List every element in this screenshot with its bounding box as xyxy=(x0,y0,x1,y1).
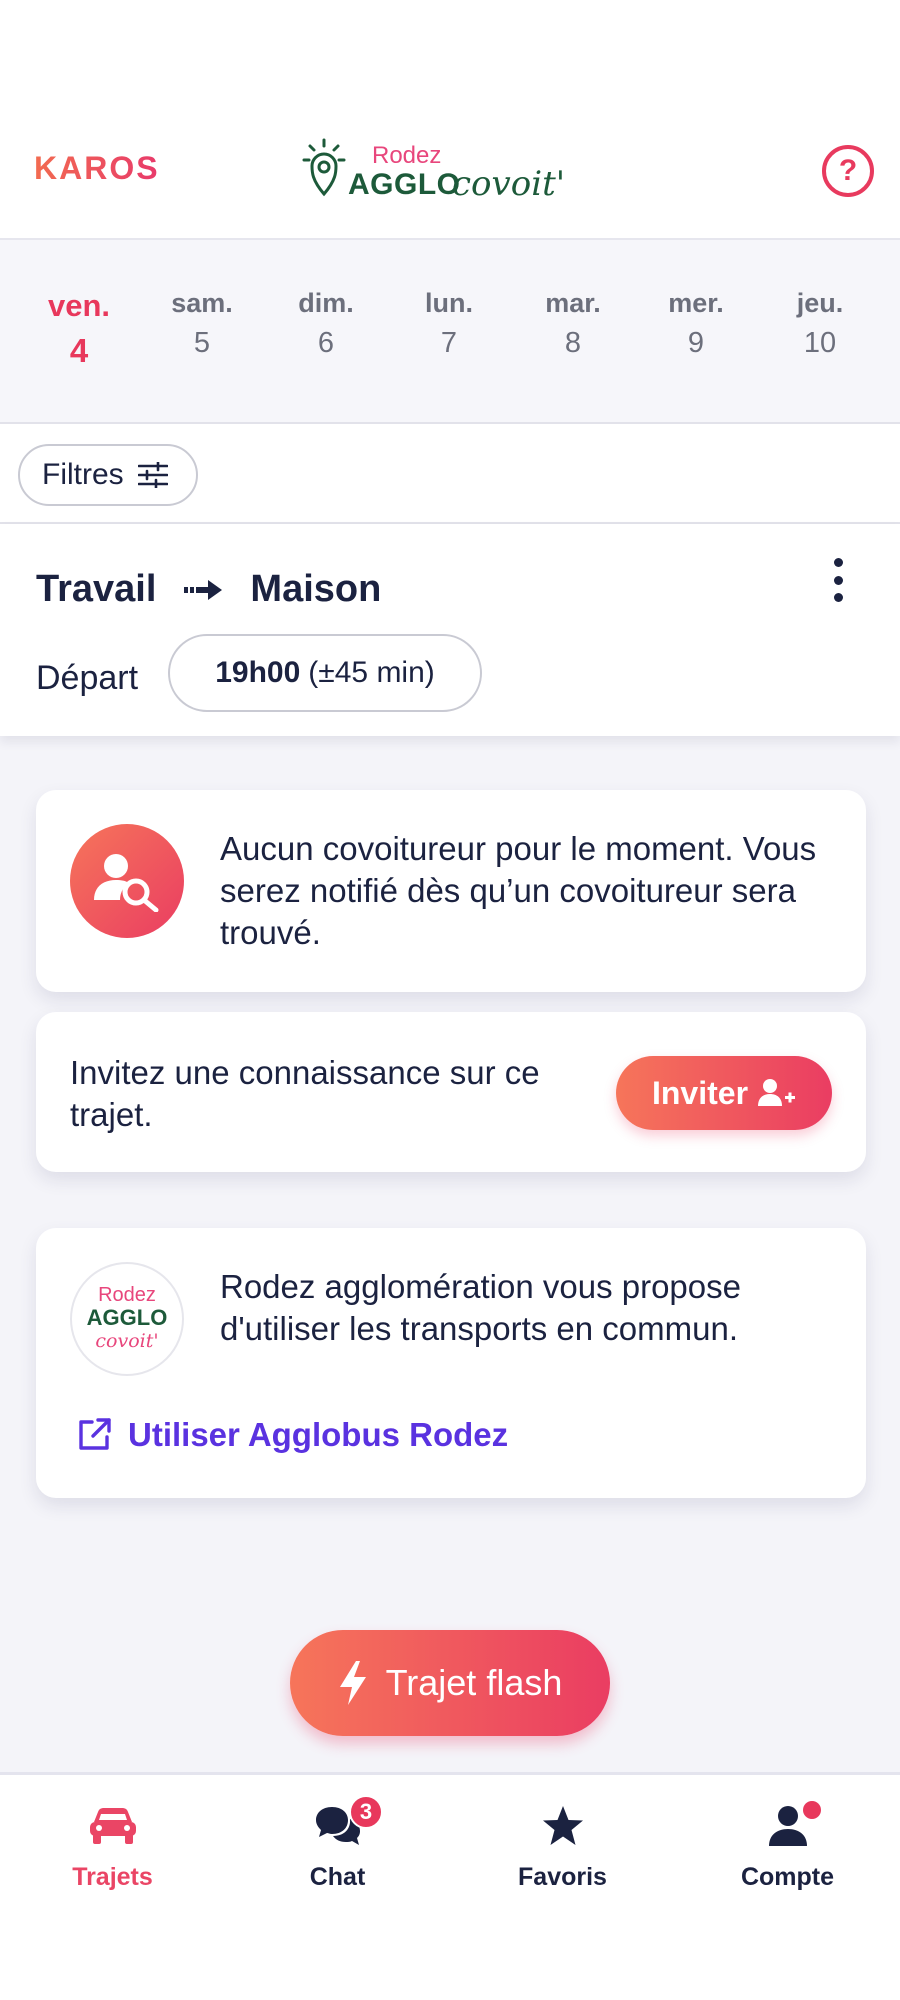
day-tab-thu[interactable]: jeu. 10 xyxy=(765,288,875,360)
day-tab-sun[interactable]: dim. 6 xyxy=(271,288,381,360)
brand-covoit: covoit' xyxy=(452,164,566,204)
arrow-right-icon xyxy=(184,579,223,600)
day-number: 8 xyxy=(564,327,582,359)
lightning-icon xyxy=(339,1661,366,1705)
trajet-flash-button[interactable]: Trajet flash xyxy=(290,1630,610,1736)
day-selector: ven. 4 sam. 5 dim. 6 lun. 7 mar. 8 mer. … xyxy=(0,240,900,424)
rodez-agglo-covoit-logo: Rodez AGGLO covoit' xyxy=(302,138,592,210)
route-origin: Travail xyxy=(36,568,157,610)
badge-covoit: covoit' xyxy=(95,1330,159,1352)
day-tab-tue[interactable]: mar. 8 xyxy=(518,288,628,360)
question-circle-icon: ? xyxy=(838,154,858,187)
trajet-flash-label: Trajet flash xyxy=(385,1662,563,1703)
invite-button[interactable]: Inviter xyxy=(616,1056,832,1130)
route-panel: Travail Maison Départ 19h00 (±45 min) xyxy=(0,524,900,736)
badge-agglo: AGGLO xyxy=(86,1305,168,1330)
chat-unread-badge: 3 xyxy=(349,1795,383,1829)
brand-agglo: AGGLO xyxy=(348,168,461,201)
brand-rodez: Rodez xyxy=(372,142,442,169)
day-number: 7 xyxy=(440,327,458,359)
nav-favoris[interactable]: Favoris xyxy=(450,1795,675,1892)
day-name: sam. xyxy=(171,288,233,318)
kebab-dot xyxy=(833,575,843,585)
user-search-icon xyxy=(70,824,184,938)
departure-tolerance: (±45 min) xyxy=(308,656,435,689)
day-name: ven. xyxy=(47,288,111,323)
nav-compte[interactable]: Compte xyxy=(675,1795,900,1892)
star-icon xyxy=(542,1806,583,1845)
day-tab-mon[interactable]: lun. 7 xyxy=(394,288,504,360)
day-name: dim. xyxy=(298,288,354,318)
day-number: 6 xyxy=(317,327,335,359)
day-name: jeu. xyxy=(796,288,844,318)
car-icon xyxy=(89,1808,136,1844)
agglobus-link-label: Utiliser Agglobus Rodez xyxy=(128,1416,509,1453)
kebab-dot xyxy=(833,593,843,602)
help-button[interactable]: ? xyxy=(822,145,874,197)
transport-message: Rodez agglomération vous propose d'utili… xyxy=(220,1268,741,1347)
day-number: 4 xyxy=(69,332,89,369)
nav-trajets[interactable]: Trajets xyxy=(0,1795,225,1892)
day-name: mar. xyxy=(545,288,601,318)
nav-label: Trajets xyxy=(72,1863,153,1891)
no-carpooler-card: Aucun covoitureur pour le moment. Vous s… xyxy=(36,790,866,992)
route-destination: Maison xyxy=(250,568,382,610)
public-transport-card: Rodez AGGLO covoit' Rodez agglomération … xyxy=(36,1228,866,1498)
nav-label: Chat xyxy=(309,1863,366,1891)
invite-button-label: Inviter xyxy=(651,1074,749,1111)
day-number: 10 xyxy=(803,327,837,359)
badge-rodez: Rodez xyxy=(98,1284,156,1306)
day-number: 9 xyxy=(687,327,705,359)
departure-time: 19h00 xyxy=(215,656,301,689)
nav-label: Compte xyxy=(740,1863,835,1891)
rodez-agglo-badge: Rodez AGGLO covoit' xyxy=(70,1262,184,1376)
depart-label: Départ xyxy=(36,659,139,697)
external-link-icon xyxy=(79,1418,111,1450)
route-title: Travail Maison xyxy=(36,568,381,611)
bottom-navigation: Trajets 3 Chat Favoris Compte xyxy=(0,1772,900,2000)
pin-icon xyxy=(302,138,346,197)
day-tab-fri[interactable]: ven. 4 xyxy=(24,288,134,370)
day-tab-wed[interactable]: mer. 9 xyxy=(641,288,751,360)
app-header: KAROS Rodez AGGLO covoit' ? xyxy=(0,110,900,240)
nav-label: Favoris xyxy=(518,1863,607,1891)
day-tab-sat[interactable]: sam. 5 xyxy=(147,288,257,360)
agglobus-link[interactable]: Utiliser Agglobus Rodez xyxy=(76,1416,508,1454)
filters-label: Filtres xyxy=(42,458,124,491)
filter-bar: Filtres xyxy=(0,424,900,524)
notification-dot xyxy=(803,1801,821,1819)
more-options-button[interactable] xyxy=(826,558,850,602)
nav-chat[interactable]: 3 Chat xyxy=(225,1795,450,1892)
day-number: 5 xyxy=(193,327,211,359)
invite-message: Invitez une connaissance sur ce trajet. xyxy=(70,1054,540,1133)
sliders-icon xyxy=(137,462,168,488)
karos-logo: KAROS xyxy=(34,150,160,186)
invite-card: Invitez une connaissance sur ce trajet. … xyxy=(36,1012,866,1172)
kebab-dot xyxy=(833,558,843,567)
add-user-icon xyxy=(758,1079,796,1106)
departure-time-button[interactable]: 19h00 (±45 min) xyxy=(168,634,482,712)
day-name: mer. xyxy=(668,288,724,318)
no-carpooler-message: Aucun covoitureur pour le moment. Vous s… xyxy=(220,830,817,951)
filters-button[interactable]: Filtres xyxy=(18,444,198,506)
status-bar-area xyxy=(0,0,900,110)
day-name: lun. xyxy=(425,288,473,318)
